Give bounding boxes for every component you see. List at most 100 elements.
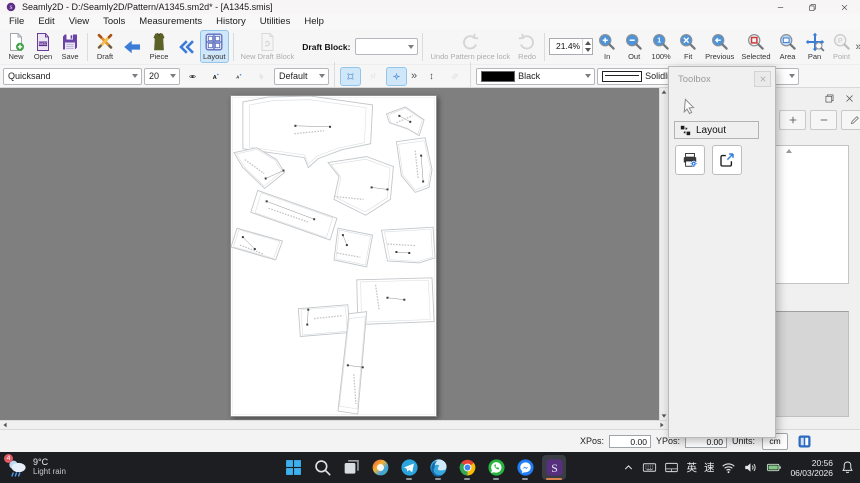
scroll-up-icon[interactable]: [661, 90, 666, 93]
new-button[interactable]: New: [3, 30, 29, 63]
export-layout-button[interactable]: [712, 145, 742, 175]
taskbar-messenger[interactable]: [513, 455, 537, 480]
info-icon[interactable]: [797, 434, 812, 449]
zoom-previous-button[interactable]: Previous: [702, 30, 737, 63]
font-size-combo[interactable]: 20: [144, 68, 180, 85]
new-draft-block-button[interactable]: New Draft Block: [238, 30, 298, 63]
menu-tools[interactable]: Tools: [96, 16, 132, 27]
taskbar-copilot[interactable]: [368, 455, 392, 480]
piece-mode-button[interactable]: Piece: [146, 30, 172, 63]
taskbar-chrome[interactable]: [455, 455, 479, 480]
search-icon: [313, 458, 332, 477]
taskbar-whatsapp[interactable]: [484, 455, 508, 480]
menu-history[interactable]: History: [209, 16, 253, 27]
menu-file[interactable]: File: [2, 16, 31, 27]
drawing-canvas[interactable]: [0, 88, 667, 429]
wifi-icon[interactable]: [721, 460, 736, 475]
zoom-area-button[interactable]: Area: [775, 30, 801, 63]
toolbox-title-bar[interactable]: Toolbox: [669, 67, 775, 88]
zoom-out-button[interactable]: Out: [621, 30, 647, 63]
decrease-font-button[interactable]: A: [228, 67, 249, 86]
menu-utilities[interactable]: Utilities: [253, 16, 298, 27]
line-color-combo[interactable]: Black: [476, 68, 595, 85]
input-mode-indicator[interactable]: 速: [704, 460, 715, 475]
notifications-bell-icon[interactable]: [840, 460, 855, 475]
zoom-spinner[interactable]: 21.4%: [549, 38, 593, 55]
draft-mode-button[interactable]: Draft: [92, 30, 118, 63]
dock-list[interactable]: [773, 145, 849, 284]
print-layout-button[interactable]: [675, 145, 705, 175]
pattern-piece[interactable]: [334, 228, 373, 267]
pattern-piece[interactable]: [251, 190, 337, 240]
pattern-piece[interactable]: [357, 278, 434, 325]
redo-button[interactable]: Redo: [514, 30, 540, 63]
undo-button[interactable]: Undo Pattern piece lock: [427, 30, 513, 63]
arrow-pointer-tool-button[interactable]: [674, 91, 704, 121]
pointer-tool-button[interactable]: [251, 67, 272, 86]
tools-overflow-button[interactable]: »: [411, 70, 417, 82]
zoom-100-button[interactable]: 1100%: [648, 30, 674, 63]
remove-group-button[interactable]: [810, 110, 837, 130]
zoom-point-button[interactable]: PPoint: [829, 30, 855, 63]
speaker-icon[interactable]: [743, 460, 758, 475]
path-tool-button[interactable]: [363, 67, 384, 86]
path-tool-icon: [370, 68, 377, 85]
taskbar-search[interactable]: [310, 455, 334, 480]
label-template-combo[interactable]: Default: [274, 68, 329, 85]
edit-group-button[interactable]: [841, 110, 860, 130]
scroll-down-icon[interactable]: [661, 414, 666, 417]
taskbar-edge[interactable]: [426, 455, 450, 480]
length-tool-button[interactable]: [421, 67, 442, 86]
menu-measurements[interactable]: Measurements: [132, 16, 209, 27]
menu-edit[interactable]: Edit: [31, 16, 61, 27]
draft-block-combo[interactable]: [355, 38, 418, 55]
keyboard-icon[interactable]: [642, 460, 657, 475]
touchpad-icon[interactable]: [664, 460, 679, 475]
close-button[interactable]: [828, 0, 860, 14]
pattern-piece[interactable]: [328, 157, 393, 216]
spin-up-icon[interactable]: [585, 41, 591, 45]
minimize-button[interactable]: [764, 0, 796, 14]
pan-button[interactable]: Pan: [802, 30, 828, 63]
zoom-fit-button[interactable]: Fit: [675, 30, 701, 63]
open-button[interactable]: SM2DOpen: [30, 30, 56, 63]
toolbox-close-button[interactable]: [754, 71, 771, 87]
float-panel-icon[interactable]: [824, 93, 835, 104]
save-button[interactable]: Save: [57, 30, 83, 63]
running-indicator: [406, 478, 412, 480]
taskbar-apps: S: [281, 455, 566, 480]
taskbar-task-view[interactable]: [339, 455, 363, 480]
font-family-combo[interactable]: Quicksand: [3, 68, 142, 85]
taskbar-seamly2d[interactable]: S: [542, 455, 566, 480]
goto-piece-arrow-button[interactable]: [173, 35, 199, 59]
toolbox-layout-group[interactable]: Layout: [674, 121, 759, 139]
label-tool-button[interactable]: [444, 67, 465, 86]
clock-widget[interactable]: 20:56 06/03/2026: [790, 458, 833, 478]
taskbar-start[interactable]: [281, 455, 305, 480]
tray-chevron-up-icon[interactable]: [622, 461, 635, 474]
scroll-left-icon[interactable]: [3, 423, 6, 428]
toolbar-overflow-button[interactable]: »: [856, 41, 860, 53]
union-tool-button[interactable]: [340, 67, 361, 86]
dock-close-icon[interactable]: [844, 93, 855, 104]
battery-icon[interactable]: [765, 460, 783, 475]
taskbar-weather-widget[interactable]: 4 9°C Light rain: [6, 456, 66, 478]
move-tool-button[interactable]: [386, 67, 407, 86]
pattern-piece[interactable]: [396, 138, 432, 193]
scroll-right-icon[interactable]: [660, 423, 663, 428]
show-point-names-button[interactable]: [182, 67, 203, 86]
layout-mode-button[interactable]: Layout: [200, 30, 229, 63]
zoom-in-button[interactable]: In: [594, 30, 620, 63]
menu-view[interactable]: View: [62, 16, 96, 27]
goto-draft-arrow-button[interactable]: [119, 35, 145, 59]
spin-down-icon[interactable]: [585, 48, 591, 52]
add-group-button[interactable]: [779, 110, 806, 130]
zoom-selected-button[interactable]: Selected: [738, 30, 773, 63]
increase-font-button[interactable]: A: [205, 67, 226, 86]
horizontal-scrollbar[interactable]: [0, 420, 667, 429]
vertical-scrollbar[interactable]: [659, 88, 667, 420]
taskbar-telegram[interactable]: [397, 455, 421, 480]
input-language-indicator[interactable]: 英: [686, 460, 697, 475]
restore-button[interactable]: [796, 0, 828, 14]
menu-help[interactable]: Help: [297, 16, 331, 27]
